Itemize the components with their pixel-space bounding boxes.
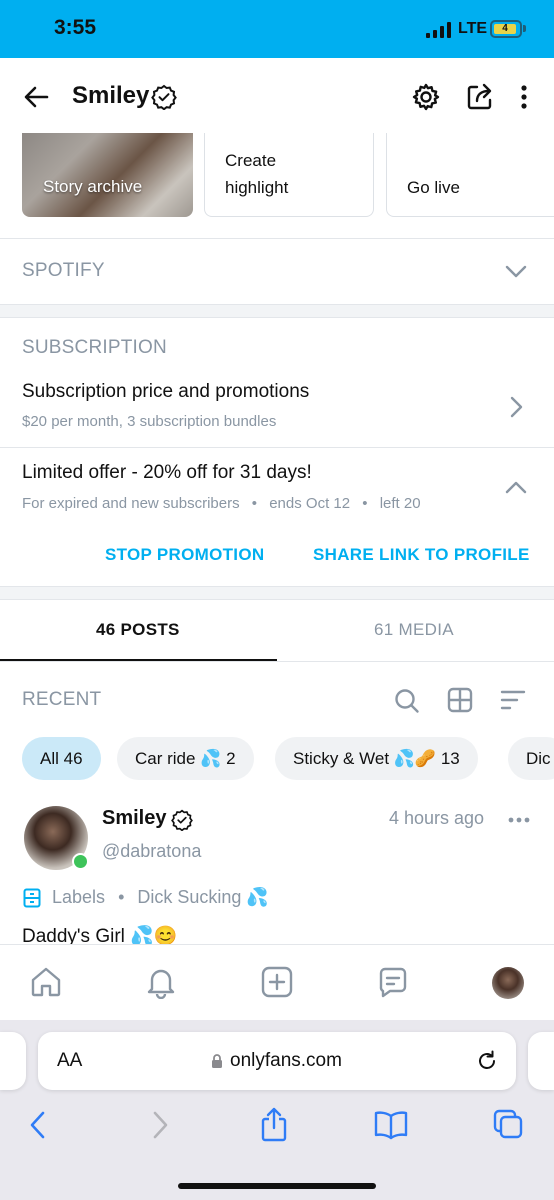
create-highlight-card[interactable]: Create highlight: [204, 133, 374, 217]
back-arrow-icon[interactable]: [22, 83, 50, 111]
chevron-up-icon[interactable]: [504, 480, 528, 496]
story-archive-thumbnail[interactable]: [22, 133, 193, 217]
offer-details: For expired and new subscribers • ends O…: [22, 495, 421, 512]
browser-share-icon[interactable]: [259, 1106, 289, 1142]
go-live-card[interactable]: Go live: [386, 133, 554, 217]
offer-title: Limited offer - 20% off for 31 days!: [22, 462, 312, 483]
grid-view-icon[interactable]: [447, 687, 473, 713]
spotify-section-title[interactable]: SPOTIFY: [22, 260, 105, 282]
status-time: 3:55: [54, 16, 97, 39]
separator-dot: •: [118, 887, 125, 907]
divider: [0, 238, 554, 239]
verified-badge-icon: [171, 809, 193, 831]
page-title: Smiley: [72, 82, 150, 109]
home-icon[interactable]: [29, 965, 63, 999]
signal-icon: [426, 22, 452, 38]
post-author-name[interactable]: Smiley: [102, 807, 166, 830]
offer-left: left 20: [379, 495, 421, 512]
browser-back-icon[interactable]: [28, 1110, 48, 1140]
post-handle[interactable]: @dabratona: [102, 841, 201, 862]
lock-icon: [211, 1053, 223, 1069]
verified-badge-icon: [151, 84, 177, 110]
browser-forward-icon[interactable]: [150, 1110, 170, 1140]
filter-chip-car-ride[interactable]: Car ride 💦 2: [117, 737, 254, 780]
post-text-clip: Daddy's Girl 💦😊: [22, 924, 542, 944]
create-highlight-label: Create highlight: [225, 151, 289, 197]
add-post-icon[interactable]: [260, 965, 294, 999]
share-icon[interactable]: [465, 82, 495, 112]
bottom-nav-divider: [0, 944, 554, 945]
search-icon[interactable]: [393, 687, 421, 715]
separator-dot: •: [362, 495, 368, 512]
go-live-label: Go live: [407, 178, 460, 197]
subscription-price-title[interactable]: Subscription price and promotions: [22, 381, 309, 403]
divider: [0, 661, 554, 662]
chevron-right-icon[interactable]: [508, 395, 524, 419]
subscription-price-subtitle: $20 per month, 3 subscription bundles: [22, 413, 277, 430]
section-gap: [0, 586, 554, 600]
offer-audience: For expired and new subscribers: [22, 495, 240, 512]
offer-ends: ends Oct 12: [269, 495, 351, 512]
section-gap: [0, 304, 554, 318]
battery-icon: 4: [490, 20, 522, 38]
bookmarks-icon[interactable]: [373, 1110, 409, 1140]
recent-title: RECENT: [22, 689, 102, 710]
more-vertical-icon[interactable]: [518, 84, 530, 110]
filter-chip-dick[interactable]: Dic: [508, 737, 554, 780]
labels-icon: [23, 888, 41, 908]
home-indicator: [178, 1183, 376, 1189]
share-link-button[interactable]: SHARE LINK TO PROFILE: [313, 545, 530, 565]
messages-icon[interactable]: [376, 965, 410, 999]
labels-label[interactable]: Labels: [52, 887, 105, 907]
previous-tab-preview[interactable]: [0, 1032, 26, 1090]
tab-media[interactable]: 61 MEDIA: [374, 620, 454, 640]
online-indicator: [72, 853, 89, 870]
post-text: Daddy's Girl 💦😊: [22, 926, 178, 944]
divider: [0, 447, 554, 448]
url-text[interactable]: onlyfans.com: [230, 1050, 342, 1072]
next-tab-preview[interactable]: [528, 1032, 554, 1090]
text-size-button[interactable]: AA: [57, 1050, 82, 1072]
notifications-bell-icon[interactable]: [144, 965, 178, 999]
story-archive-label: Story archive: [43, 177, 143, 196]
filter-chip-sticky-wet[interactable]: Sticky & Wet 💦🥜 13: [275, 737, 478, 780]
battery-tip: [523, 25, 526, 32]
network-type: LTE: [458, 20, 488, 37]
reload-icon[interactable]: [475, 1049, 499, 1073]
separator-dot: •: [251, 495, 258, 512]
label-chip[interactable]: Dick Sucking 💦: [137, 887, 268, 907]
post-time: 4 hours ago: [389, 808, 485, 828]
subscription-section-title: SUBSCRIPTION: [22, 337, 167, 358]
filter-chip-all[interactable]: All 46: [22, 737, 101, 780]
sort-icon[interactable]: [500, 689, 526, 711]
profile-avatar[interactable]: [492, 967, 524, 999]
stop-promotion-button[interactable]: STOP PROMOTION: [105, 545, 264, 565]
tab-posts[interactable]: 46 POSTS: [96, 620, 180, 640]
tabs-icon[interactable]: [492, 1108, 524, 1140]
post-more-icon[interactable]: [508, 816, 530, 824]
chevron-down-icon[interactable]: [504, 263, 528, 279]
post-labels: Labels • Dick Sucking 💦: [52, 887, 269, 908]
settings-gear-icon[interactable]: [411, 82, 441, 112]
